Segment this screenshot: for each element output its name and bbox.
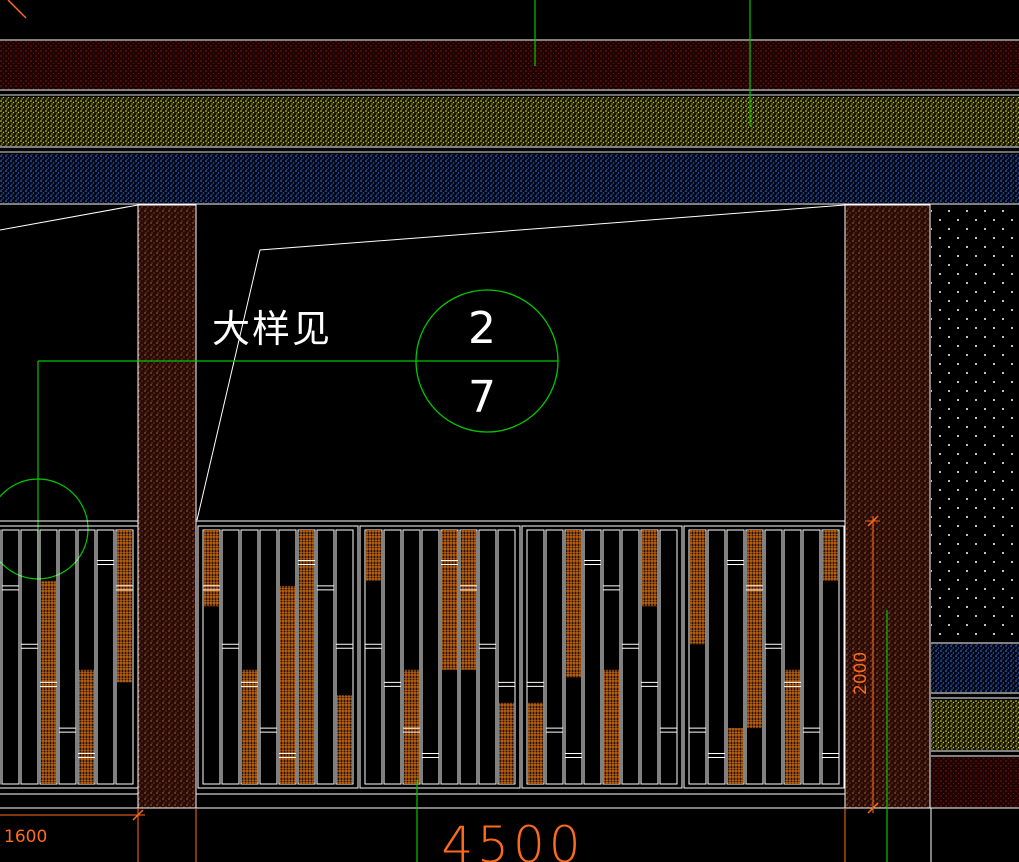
slat-hatch <box>566 530 581 678</box>
fence-panels <box>0 525 845 789</box>
slat-hatch <box>337 695 352 784</box>
slat-hatch <box>117 530 132 683</box>
sheet-number: 7 <box>468 372 496 423</box>
fence-slat <box>1 529 20 785</box>
slat-hatch <box>823 530 838 581</box>
fence-slat <box>58 529 77 785</box>
cad-drawing: 大样见 2 7 1600 4500 2000 <box>0 0 1019 862</box>
fence-slat <box>764 529 783 785</box>
fence-slat <box>20 529 39 785</box>
slat-hatch <box>79 669 94 784</box>
slat-hatch <box>499 702 514 784</box>
fence-slat <box>707 529 726 785</box>
slat-hatch <box>747 530 762 729</box>
fence-slat <box>545 529 564 785</box>
slat-hatch <box>604 669 619 784</box>
fence-slat <box>583 529 602 785</box>
slat-hatch <box>404 669 419 784</box>
fence-slat <box>421 529 440 785</box>
dimension-total: 4500 <box>441 816 584 862</box>
fence-slat <box>383 529 402 785</box>
fence-slat <box>478 529 497 785</box>
fence-slat <box>221 529 240 785</box>
fence-slat <box>259 529 278 785</box>
slat-hatch <box>442 530 457 670</box>
leader-line-white <box>196 204 846 521</box>
slat-hatch <box>204 530 219 607</box>
slope-line-left <box>0 204 139 231</box>
dimension-left: 1600 <box>4 827 47 847</box>
fence-slat <box>802 529 821 785</box>
detail-marker-circle <box>0 478 89 580</box>
slat-hatch <box>299 530 314 784</box>
callout-text: 大样见 <box>212 307 332 351</box>
slat-hatch <box>690 530 705 645</box>
detail-number: 2 <box>468 303 496 354</box>
fence-slat <box>316 529 335 785</box>
orange-tick <box>7 0 27 19</box>
right-side-layers <box>931 205 1019 808</box>
top-ground-layers <box>0 39 1019 205</box>
slat-hatch <box>642 530 657 607</box>
fence-slat <box>621 529 640 785</box>
brick-column-left <box>137 204 197 809</box>
slat-hatch <box>528 702 543 784</box>
slat-hatch <box>461 530 476 670</box>
slat-hatch <box>366 530 381 581</box>
fence-slat <box>96 529 115 785</box>
slat-hatch <box>280 585 295 784</box>
dimension-height: 2000 <box>851 652 871 695</box>
fence-slat <box>659 529 678 785</box>
slat-hatch <box>728 728 743 784</box>
